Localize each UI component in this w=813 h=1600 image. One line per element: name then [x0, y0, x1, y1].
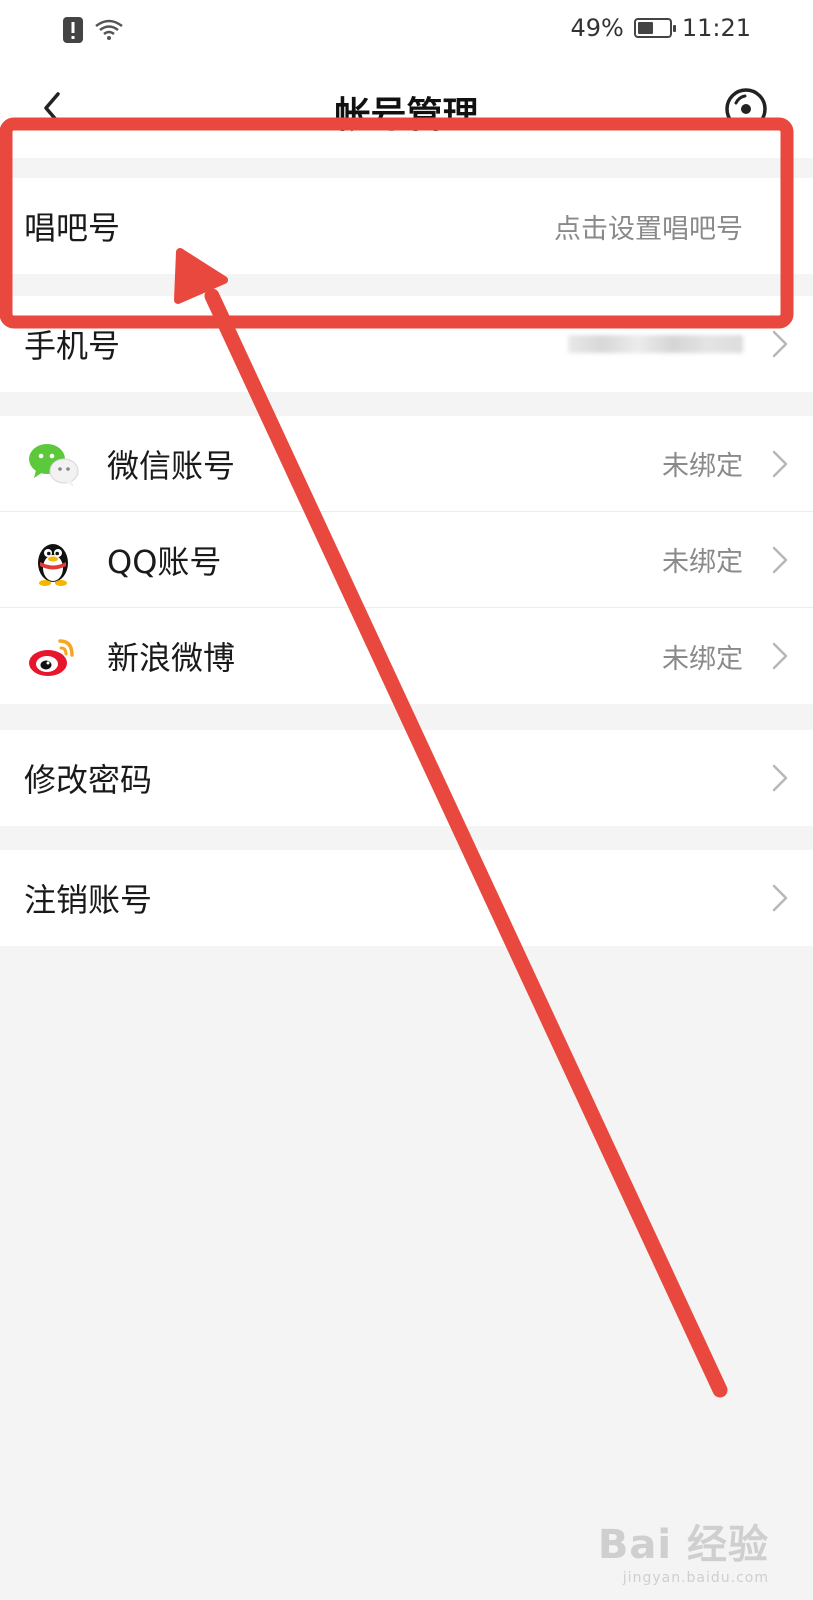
wifi-icon — [95, 19, 123, 40]
wechat-icon — [29, 443, 79, 487]
qq-status: 未绑定 — [662, 547, 743, 578]
phone-row[interactable]: 手机号 — [0, 296, 813, 392]
status-left-icons — [62, 16, 124, 44]
phone-value-redacted — [568, 335, 743, 353]
weibo-label: 新浪微博 — [107, 639, 236, 677]
watermark-url: jingyan.baidu.com — [622, 1570, 769, 1586]
record-icon[interactable] — [723, 86, 769, 132]
account-id-label: 唱吧号 — [24, 209, 121, 247]
watermark-brand: Bai 经验 — [597, 1522, 769, 1568]
account-id-value[interactable]: 点击设置唱吧号 — [554, 207, 743, 246]
wechat-label: 微信账号 — [107, 446, 236, 485]
password-group: 修改密码 — [0, 730, 813, 826]
account-id-group: 唱吧号 点击设置唱吧号 — [0, 178, 813, 274]
chevron-right-icon — [772, 884, 788, 912]
page-title: 帐号管理 — [334, 95, 479, 136]
chevron-right-icon — [772, 642, 788, 670]
chevron-right-icon — [772, 764, 788, 792]
deactivate-account-label: 注销账号 — [24, 881, 153, 919]
weibo-row[interactable]: 新浪微博 未绑定 — [0, 608, 813, 704]
deactivate-group: 注销账号 — [0, 850, 813, 946]
status-bar: 49% 11:21 — [0, 0, 813, 64]
clock: 11:21 — [681, 14, 751, 42]
bindings-group: 微信账号 未绑定 QQ账号 未绑定 新浪微博 未绑定 — [0, 416, 813, 704]
battery-icon — [633, 18, 676, 38]
change-password-label: 修改密码 — [24, 761, 153, 799]
phone-group: 手机号 — [0, 296, 813, 392]
qq-label: QQ账号 — [107, 542, 222, 581]
battery-level — [637, 22, 653, 34]
phone-label: 手机号 — [24, 327, 121, 365]
weibo-status: 未绑定 — [662, 643, 743, 675]
wechat-row[interactable]: 微信账号 未绑定 — [0, 416, 813, 512]
deactivate-account-row[interactable]: 注销账号 — [0, 850, 813, 946]
qq-icon — [38, 543, 68, 586]
chevron-right-icon — [772, 450, 788, 477]
chevron-right-icon — [772, 546, 788, 573]
nav-bar: 帐号管理 — [0, 64, 813, 158]
status-right: 49% 11:21 — [570, 14, 751, 42]
wechat-status: 未绑定 — [662, 451, 743, 482]
weibo-icon — [29, 639, 74, 676]
change-password-row[interactable]: 修改密码 — [0, 730, 813, 826]
account-id-row[interactable]: 唱吧号 点击设置唱吧号 — [0, 178, 813, 274]
chevron-right-icon — [772, 330, 788, 358]
qq-row[interactable]: QQ账号 未绑定 — [0, 512, 813, 608]
alert-icon — [63, 17, 83, 43]
battery-percent: 49% — [570, 14, 624, 42]
baidu-watermark: Bai 经验 jingyan.baidu.com — [598, 1512, 769, 1586]
